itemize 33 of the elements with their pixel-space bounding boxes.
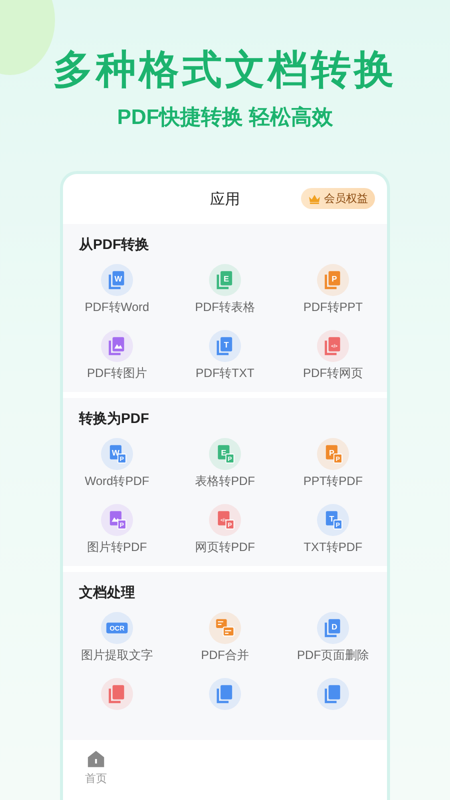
section-title: 文档处理 [78, 584, 136, 602]
tool-label[interactable]: Word转PDF [84, 473, 150, 490]
document-icon[interactable] [209, 678, 241, 710]
crown-icon [308, 194, 321, 204]
tool-label[interactable]: PDF转表格 [195, 299, 255, 316]
member-benefits-button[interactable]: 会员权益 [301, 188, 375, 209]
document-icon[interactable] [317, 678, 349, 710]
tool-label[interactable]: PPT转PDF [303, 473, 363, 490]
document-icon[interactable] [101, 330, 133, 362]
tool-label[interactable]: 图片提取文字 [81, 647, 153, 664]
tool-label[interactable]: PDF转网页 [303, 365, 363, 382]
tagline: PDF快捷转换 轻松高效 [117, 104, 333, 131]
headline: 多种格式文档转换 [53, 47, 397, 94]
tool-label[interactable]: PDF转PPT [303, 299, 363, 316]
tool-label[interactable]: PDF合并 [201, 647, 249, 664]
home-icon[interactable] [87, 750, 105, 768]
tool-label[interactable]: 图片转PDF [87, 539, 147, 556]
tool-label[interactable]: PDF转图片 [87, 365, 147, 382]
tool-label[interactable]: 网页转PDF [195, 539, 255, 556]
document-icon[interactable]: W [101, 264, 133, 296]
section-title: 从PDF转换 [78, 236, 150, 254]
document-icon[interactable]: D [317, 612, 349, 644]
tool-label[interactable]: 表格转PDF [195, 473, 255, 490]
merge-documents-icon[interactable] [209, 612, 241, 644]
nav-label[interactable]: 首页 [85, 771, 107, 786]
document-icon[interactable]: T [209, 330, 241, 362]
tool-label[interactable]: PDF转Word [84, 299, 150, 316]
tool-label[interactable]: TXT转PDF [304, 539, 362, 556]
tool-label[interactable]: PDF转TXT [196, 365, 254, 382]
section-title: 转换为PDF [78, 410, 150, 428]
document-icon[interactable] [101, 678, 133, 710]
tool-label[interactable]: PDF页面删除 [297, 647, 369, 664]
panel-title: 应用 [210, 190, 240, 208]
